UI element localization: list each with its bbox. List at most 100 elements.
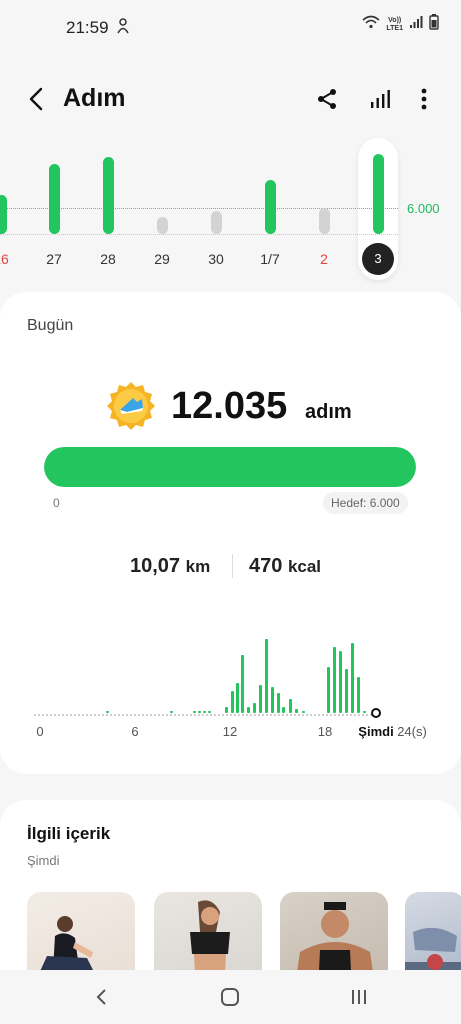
day-label-28[interactable]: 28	[88, 251, 128, 267]
weekly-steps-chart[interactable]: 6.000 26 27 28 29 30 1/7 2 3	[0, 130, 461, 286]
hour-bar	[350, 643, 354, 713]
hour-bar	[356, 677, 360, 713]
hour-bar	[207, 711, 211, 713]
hour-bar	[197, 711, 201, 713]
nav-back-icon	[96, 989, 106, 1005]
yoga-woman-image	[37, 916, 97, 978]
hour-bar	[246, 707, 250, 713]
distance-value: 10,07	[130, 555, 181, 577]
hour-bar	[252, 703, 256, 713]
hour-tick-label: Şimdi	[358, 724, 394, 739]
calories-value: 470	[249, 555, 283, 577]
nav-home-icon	[221, 988, 239, 1006]
hour-bar	[326, 667, 330, 713]
hour-bar	[362, 711, 366, 713]
day-bar-2[interactable]	[318, 207, 330, 234]
share-icon	[318, 89, 336, 109]
hour-bar	[264, 639, 268, 713]
steps-progress-bar	[44, 447, 416, 487]
calories-stat: 470 kcal	[249, 555, 321, 578]
related-title: İlgili içerik	[27, 824, 111, 843]
status-bar: 21:59 Vo)) LTE1	[0, 0, 461, 56]
related-item-thumbnail[interactable]	[27, 892, 135, 980]
baseline	[0, 234, 398, 235]
back-button[interactable]	[22, 82, 50, 116]
hour-tick-label: 0	[36, 724, 44, 739]
signal-icon	[409, 15, 423, 34]
fitness-woman-image	[190, 900, 230, 980]
exercise-mat-image	[405, 927, 461, 980]
hour-bar	[338, 651, 342, 713]
day-bar-26[interactable]	[0, 194, 7, 234]
page-title: Adım	[63, 84, 126, 112]
status-time: 21:59	[66, 18, 109, 37]
day-label-3[interactable]: 3	[362, 243, 394, 275]
chart-icon	[371, 90, 390, 108]
more-options-button[interactable]	[408, 82, 440, 116]
status-indicators: Vo)) LTE1	[362, 14, 439, 35]
medal-icon	[107, 382, 155, 430]
hour-bar	[258, 685, 262, 713]
hourly-baseline	[34, 714, 376, 716]
day-label-1/7[interactable]: 1/7	[250, 251, 290, 267]
chart-button[interactable]	[364, 82, 396, 116]
day-label-29[interactable]: 29	[142, 251, 182, 267]
hour-tick-label: 24(s)	[397, 724, 427, 739]
battery-icon	[429, 14, 439, 35]
related-item-thumbnail[interactable]	[154, 892, 262, 980]
hour-bar	[240, 655, 244, 713]
hour-bar	[192, 711, 196, 713]
steps-progress-fill	[44, 447, 416, 487]
steps-count: 12.035	[171, 385, 288, 427]
hour-bar	[105, 711, 109, 713]
hour-bar	[235, 683, 239, 713]
hour-tick-label: 12	[222, 724, 238, 739]
today-title: Bugün	[27, 317, 74, 334]
nav-home-button[interactable]	[215, 984, 245, 1010]
goal-badge: Hedef: 6.000	[323, 492, 408, 514]
day-bar-1/7[interactable]	[264, 180, 276, 234]
goal-value-label: 6.000	[407, 201, 440, 216]
progress-min-label: 0	[53, 496, 60, 510]
day-bar-3[interactable]	[372, 154, 384, 234]
nav-recents-button[interactable]	[344, 984, 374, 1010]
hourly-steps-chart[interactable]: 0 6 12 18 Şimdi 24(s)	[34, 622, 434, 747]
network-lte: LTE1	[386, 24, 403, 32]
hour-bar	[202, 711, 206, 713]
share-button[interactable]	[311, 82, 343, 116]
related-item-thumbnail[interactable]	[405, 892, 461, 980]
notification-icon	[116, 18, 130, 38]
day-bar-29[interactable]	[156, 217, 168, 234]
now-marker	[371, 708, 381, 718]
related-content-card: İlgili içerik Şimdi	[0, 800, 461, 980]
more-icon	[421, 88, 427, 110]
day-label-2[interactable]: 2	[304, 251, 344, 267]
day-bar-30[interactable]	[210, 210, 222, 234]
network-volte: Vo))	[388, 16, 402, 24]
hour-bar	[169, 711, 173, 713]
hour-tick-label: 18	[317, 724, 333, 739]
hour-bar	[301, 711, 305, 713]
hour-bar	[344, 669, 348, 713]
wifi-icon	[362, 15, 380, 34]
nav-back-button[interactable]	[86, 984, 116, 1010]
steps-unit: adım	[305, 401, 352, 423]
today-card: Bugün 12.035 adım 0 Hedef: 6.000 10,07 k…	[0, 292, 461, 774]
day-label-30[interactable]: 30	[196, 251, 236, 267]
network-type: Vo)) LTE1	[386, 17, 403, 33]
app-bar: Adım	[0, 74, 461, 124]
hour-bar	[276, 693, 280, 713]
hour-bar	[230, 691, 234, 713]
back-icon	[29, 87, 43, 111]
hour-bar	[288, 699, 292, 713]
distance-unit: km	[185, 557, 211, 576]
day-label-26[interactable]: 26	[0, 251, 21, 267]
day-bar-28[interactable]	[102, 156, 114, 234]
day-label-27[interactable]: 27	[34, 251, 74, 267]
related-item-thumbnail[interactable]	[280, 892, 388, 980]
hour-bar	[294, 709, 298, 713]
goal-line	[0, 208, 398, 209]
nav-recents-icon	[352, 990, 366, 1004]
hour-bar	[332, 647, 336, 713]
day-bar-27[interactable]	[48, 164, 60, 234]
